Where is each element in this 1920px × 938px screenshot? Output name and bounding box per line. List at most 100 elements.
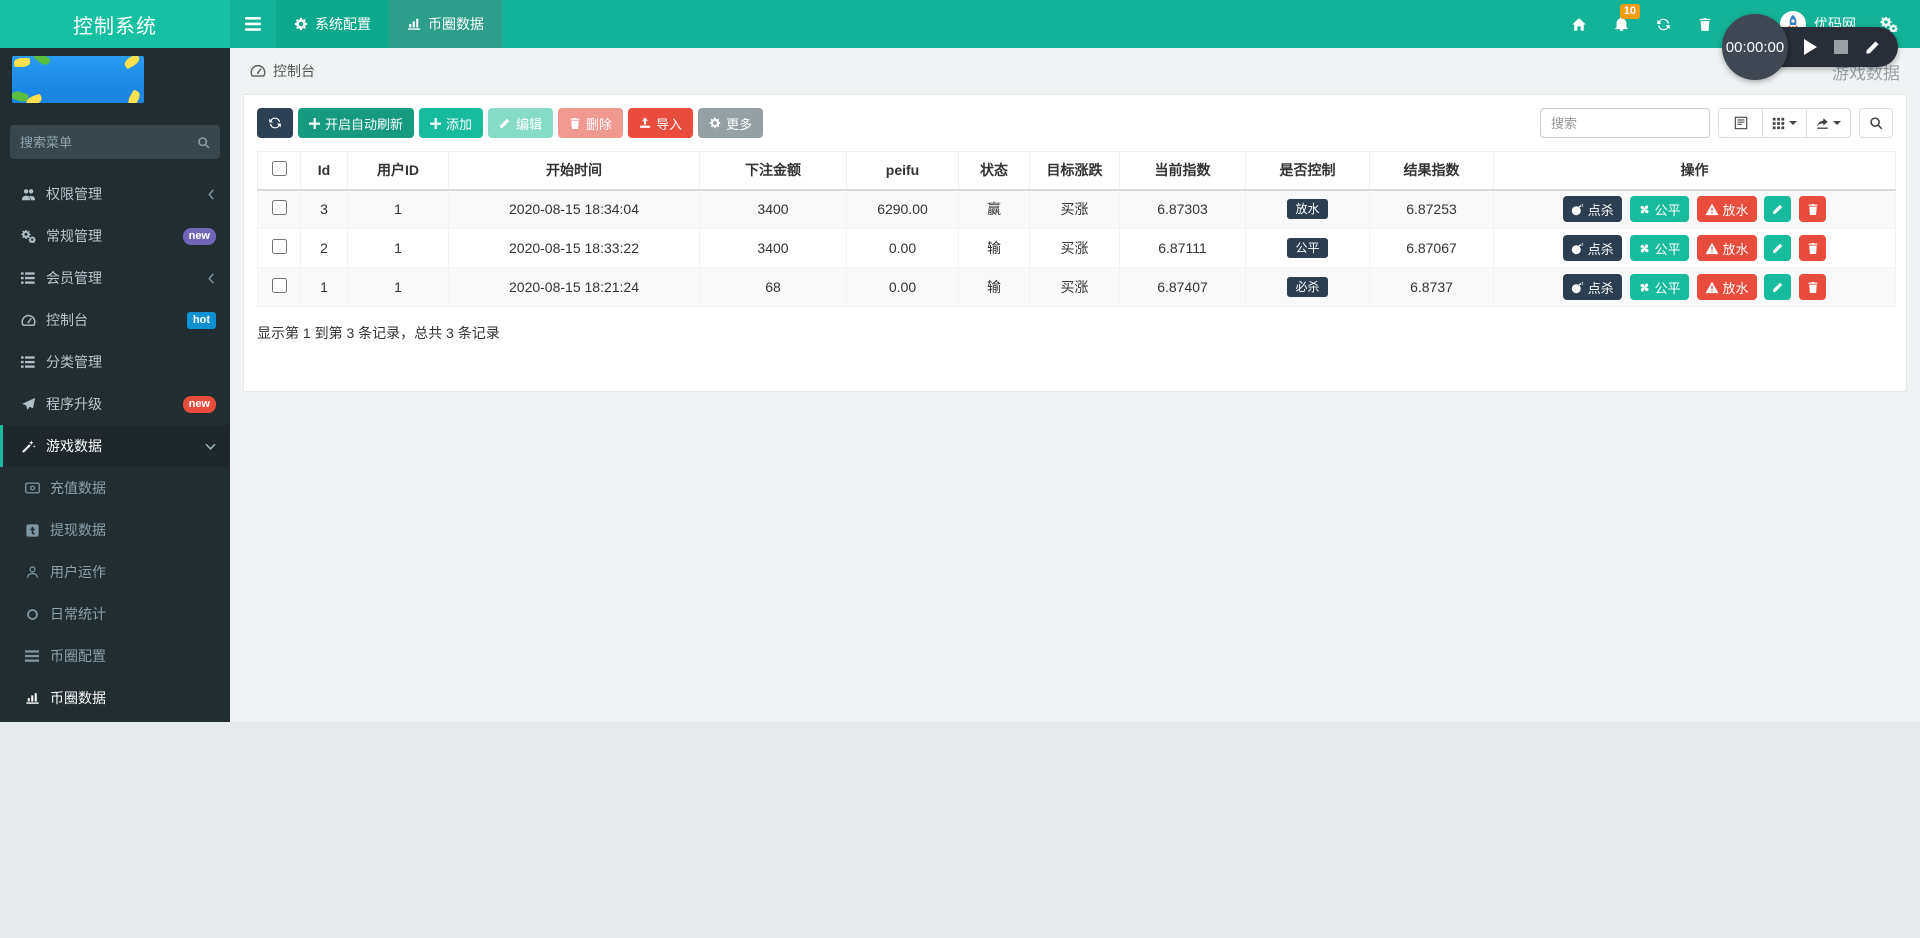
kill-button[interactable]: 点杀 [1562, 196, 1622, 223]
column-header-status[interactable]: 状态 [958, 151, 1030, 191]
delete-row-button[interactable] [1799, 196, 1827, 223]
cogs-icon [20, 229, 36, 243]
search-icon [197, 136, 210, 149]
release-button[interactable]: 放水 [1696, 196, 1757, 223]
column-header-target[interactable]: 目标涨跌 [1029, 151, 1120, 191]
bomb-icon [1571, 203, 1584, 216]
sidebar-item-label: 用户运作 [50, 564, 106, 580]
more-button[interactable]: 更多 [698, 108, 764, 138]
columns-button[interactable] [1762, 108, 1807, 138]
tab-system-config[interactable]: 系统配置 [276, 0, 389, 48]
edit-row-button[interactable] [1764, 274, 1792, 300]
pencil-button[interactable] [1865, 39, 1881, 55]
column-header-result-index[interactable]: 结果指数 [1369, 151, 1494, 191]
fair-button[interactable]: 公平 [1629, 235, 1689, 261]
trash-icon [1698, 17, 1712, 32]
app-title: 控制系统 [0, 0, 230, 48]
release-button[interactable]: 放水 [1696, 235, 1757, 261]
new-badge: new [182, 227, 216, 245]
select-all-checkbox[interactable] [271, 161, 287, 177]
column-header-bet[interactable]: 下注金额 [699, 151, 847, 191]
plus-icon [430, 117, 442, 129]
sidebar-item-user-operation[interactable]: 用户运作 [0, 551, 230, 593]
sidebar-item-console[interactable]: 控制台 hot [0, 299, 230, 341]
button-label: 点杀 [1587, 241, 1614, 257]
sidebar-item-members[interactable]: 会员管理 [0, 257, 230, 299]
sidebar-item-permissions[interactable]: 权限管理 [0, 173, 230, 215]
kill-button[interactable]: 点杀 [1562, 235, 1622, 261]
notifications-button[interactable]: 10 [1600, 0, 1642, 48]
column-header-user-id[interactable]: 用户ID [347, 151, 449, 191]
refresh-table-button[interactable] [257, 108, 293, 138]
column-header-start-time[interactable]: 开始时间 [448, 151, 700, 191]
t-square-icon [24, 523, 40, 537]
cell-result-index: 6.87253 [1369, 189, 1494, 229]
release-button[interactable]: 放水 [1696, 274, 1757, 300]
column-header-current-index[interactable]: 当前指数 [1119, 151, 1246, 191]
delete-button[interactable]: 删除 [558, 108, 624, 138]
import-button[interactable]: 导入 [628, 108, 694, 138]
sidebar-item-daily-stats[interactable]: 日常统计 [0, 593, 230, 635]
auto-refresh-button[interactable]: 开启自动刷新 [298, 108, 415, 138]
sidebar-toggle-button[interactable] [230, 0, 276, 48]
fair-button[interactable]: 公平 [1629, 196, 1689, 223]
edit-row-button[interactable] [1764, 196, 1792, 223]
plus-icon [309, 117, 320, 129]
column-header-id[interactable]: Id [300, 151, 348, 191]
pencil-icon [1772, 281, 1784, 293]
sidebar-item-general[interactable]: 常规管理 new [0, 215, 230, 257]
toolbar-right [1540, 108, 1893, 138]
chevron-left-icon [207, 188, 216, 200]
button-label: 更多 [726, 116, 753, 132]
edit-button[interactable]: 编辑 [488, 108, 554, 138]
money-icon [24, 482, 40, 494]
sidebar-item-categories[interactable]: 分类管理 [0, 341, 230, 383]
play-button[interactable] [1804, 39, 1817, 55]
row-checkbox[interactable] [271, 239, 287, 254]
cell-start-time: 2020-08-15 18:33:22 [448, 228, 700, 268]
row-checkbox[interactable] [271, 200, 287, 216]
sidebar-item-coin-config[interactable]: 币圈配置 [0, 635, 230, 677]
column-header-actions[interactable]: 操作 [1493, 151, 1896, 191]
add-button[interactable]: 添加 [419, 108, 484, 138]
delete-row-button[interactable] [1799, 274, 1827, 300]
cell-status: 输 [958, 267, 1030, 307]
columns-grid-icon [1772, 117, 1785, 130]
gear-icon [709, 117, 721, 129]
cell-user-id: 1 [347, 267, 449, 307]
sidebar: 权限管理 常规管理 new 会员管理 控制台 [0, 48, 230, 722]
stop-button[interactable] [1834, 40, 1848, 54]
cell-status: 输 [958, 228, 1030, 268]
cell-target: 买涨 [1029, 267, 1120, 307]
table-row: 1 1 2020-08-15 18:21:24 68 0.00 输 买涨 6.8… [257, 267, 1896, 307]
topbar: 控制系统 系统配置 币圈数据 10 优码网 [0, 0, 1920, 48]
row-checkbox[interactable] [271, 278, 287, 293]
sidebar-item-withdraw-data[interactable]: 提现数据 [0, 509, 230, 551]
detail-view-button[interactable] [1718, 108, 1763, 138]
column-header-peifu[interactable]: peifu [846, 151, 959, 191]
search-toggle-button[interactable] [1859, 108, 1893, 138]
fair-button[interactable]: 公平 [1629, 274, 1689, 300]
sidebar-item-game-data[interactable]: 游戏数据 [0, 425, 230, 467]
list-icon [24, 649, 40, 663]
clear-cache-button[interactable] [1684, 0, 1726, 48]
column-header-control[interactable]: 是否控制 [1245, 151, 1370, 191]
delete-row-button[interactable] [1799, 235, 1827, 261]
tab-coin-data[interactable]: 币圈数据 [389, 0, 502, 48]
home-button[interactable] [1558, 0, 1600, 48]
sidebar-item-recharge-data[interactable]: 充值数据 [0, 467, 230, 509]
sidebar-item-upgrade[interactable]: 程序升级 new [0, 383, 230, 425]
sidebar-search-input[interactable] [20, 134, 197, 150]
breadcrumb-row: 控制台 游戏数据 [230, 48, 1920, 94]
refresh-button[interactable] [1642, 0, 1684, 48]
pagination-summary: 显示第 1 到第 3 条记录，总共 3 条记录 [257, 325, 500, 341]
kill-button[interactable]: 点杀 [1562, 274, 1622, 300]
table-search-input[interactable] [1540, 108, 1710, 138]
sidebar-item-coin-data[interactable]: 币圈数据 [0, 677, 230, 719]
export-button[interactable] [1806, 108, 1851, 138]
dashboard-icon [250, 64, 266, 78]
cell-peifu: 0.00 [846, 267, 959, 307]
edit-row-button[interactable] [1764, 235, 1792, 261]
circle-icon [24, 608, 40, 621]
sidebar-nav: 权限管理 常规管理 new 会员管理 控制台 hot 分类管理 程序升级 new… [0, 173, 230, 719]
